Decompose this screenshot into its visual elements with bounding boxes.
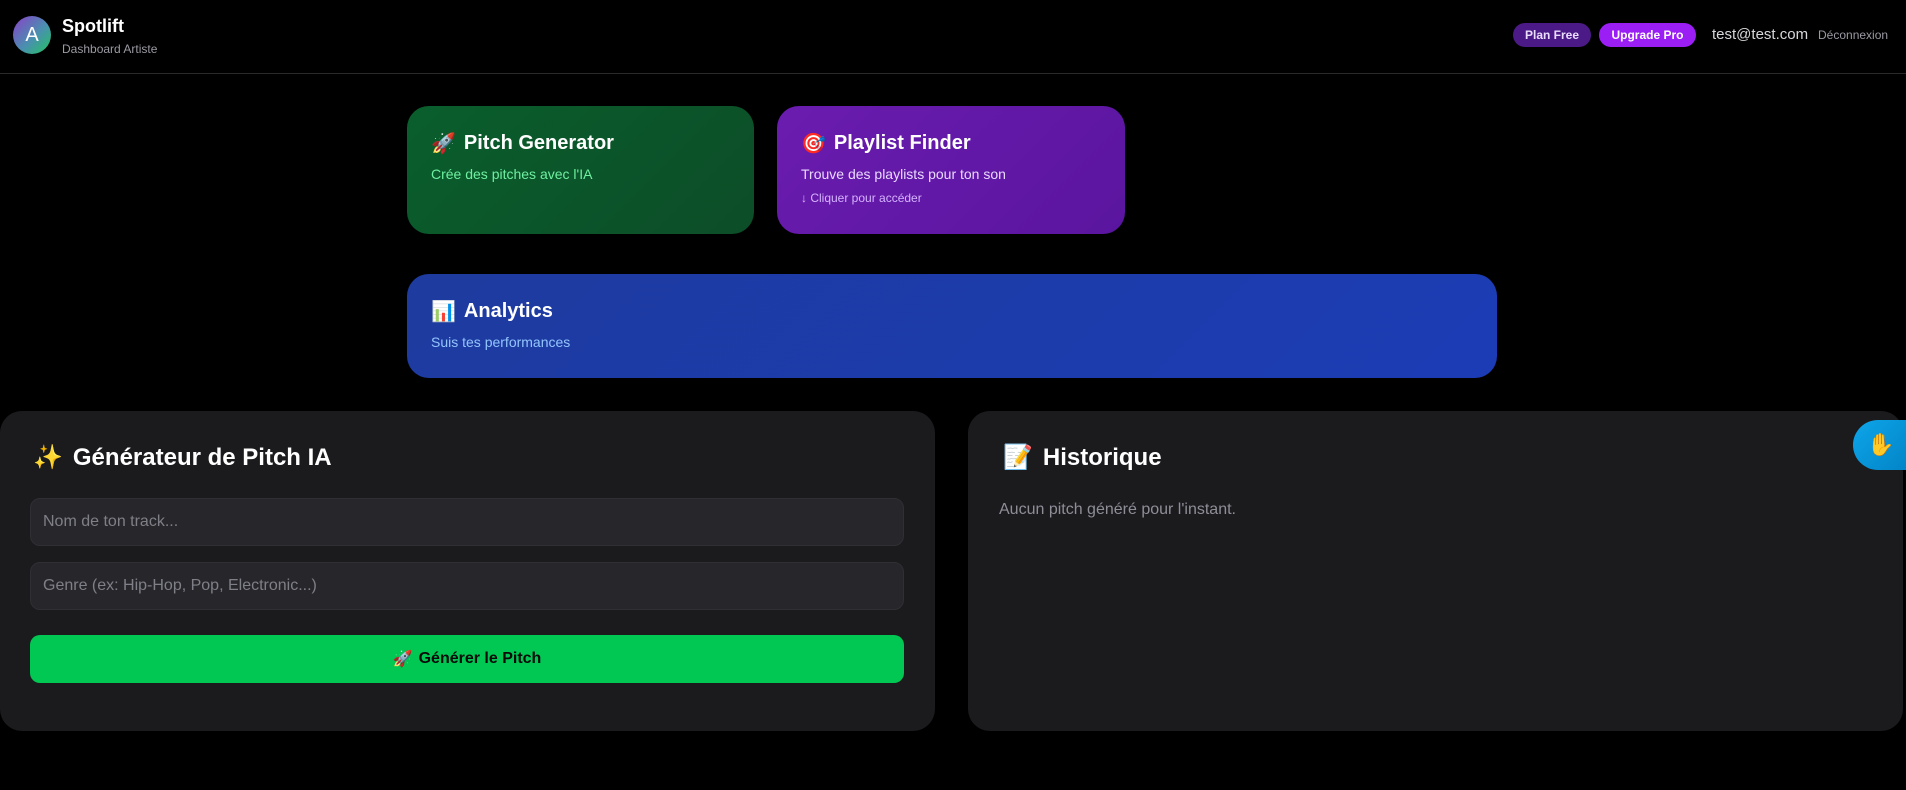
- playlist-finder-card-subtitle: Trouve des playlists pour ton son: [801, 166, 1006, 182]
- playlist-finder-card-hint: ↓ Cliquer pour accéder: [801, 191, 922, 205]
- memo-icon: 📝: [1003, 444, 1033, 471]
- analytics-card-label: Analytics: [463, 300, 553, 322]
- pitch-generator-card-title: 🚀 Pitch Generator: [431, 131, 730, 156]
- pitch-generator-card-label: Pitch Generator: [463, 132, 614, 154]
- target-icon: 🎯: [801, 133, 826, 155]
- plan-badge: Plan Free: [1513, 23, 1591, 47]
- brand-subtitle: Dashboard Artiste: [62, 42, 158, 56]
- history-title: 📝 Historique: [1003, 443, 1162, 472]
- analytics-card-title: 📊 Analytics: [431, 299, 1473, 324]
- history-empty-text: Aucun pitch généré pour l'instant.: [999, 501, 1236, 518]
- rocket-icon: 🚀: [431, 133, 456, 155]
- logout-link[interactable]: Déconnexion: [1818, 28, 1888, 42]
- sparkles-icon: ✨: [33, 444, 63, 471]
- playlist-finder-card-title: 🎯 Playlist Finder: [801, 131, 1101, 156]
- genre-input[interactable]: [30, 562, 904, 610]
- generate-pitch-button-label: Générer le Pitch: [418, 650, 542, 667]
- generator-title: ✨ Générateur de Pitch IA: [33, 443, 332, 472]
- pitch-generator-panel: ✨ Générateur de Pitch IA 🚀 Générer le Pi…: [0, 411, 935, 731]
- upgrade-pro-button[interactable]: Upgrade Pro: [1599, 23, 1696, 47]
- hand-icon: ✋: [1867, 432, 1895, 457]
- bar-chart-icon: 📊: [431, 301, 456, 323]
- pitch-generator-card[interactable]: 🚀 Pitch Generator Crée des pitches avec …: [407, 106, 754, 234]
- user-email: test@test.com: [1712, 26, 1809, 43]
- rocket-icon: 🚀: [392, 651, 413, 668]
- generate-pitch-button[interactable]: 🚀 Générer le Pitch: [30, 635, 904, 683]
- track-name-input[interactable]: [30, 498, 904, 546]
- generator-title-label: Générateur de Pitch IA: [72, 443, 332, 471]
- analytics-card[interactable]: 📊 Analytics Suis tes performances: [407, 274, 1497, 378]
- pitch-generator-card-subtitle: Crée des pitches avec l'IA: [431, 166, 593, 182]
- playlist-finder-card-label: Playlist Finder: [833, 132, 971, 154]
- brand-name: Spotlift: [62, 16, 124, 36]
- history-panel: 📝 Historique Aucun pitch généré pour l'i…: [968, 411, 1903, 731]
- history-title-label: Historique: [1042, 443, 1162, 471]
- floating-chat-button[interactable]: ✋: [1853, 420, 1906, 470]
- analytics-card-subtitle: Suis tes performances: [431, 334, 571, 350]
- app-header: A Spotlift Dashboard Artiste Plan Free U…: [0, 0, 1906, 74]
- avatar[interactable]: A: [13, 16, 51, 54]
- playlist-finder-card[interactable]: 🎯 Playlist Finder Trouve des playlists p…: [777, 106, 1125, 234]
- avatar-glyph: A: [25, 23, 39, 46]
